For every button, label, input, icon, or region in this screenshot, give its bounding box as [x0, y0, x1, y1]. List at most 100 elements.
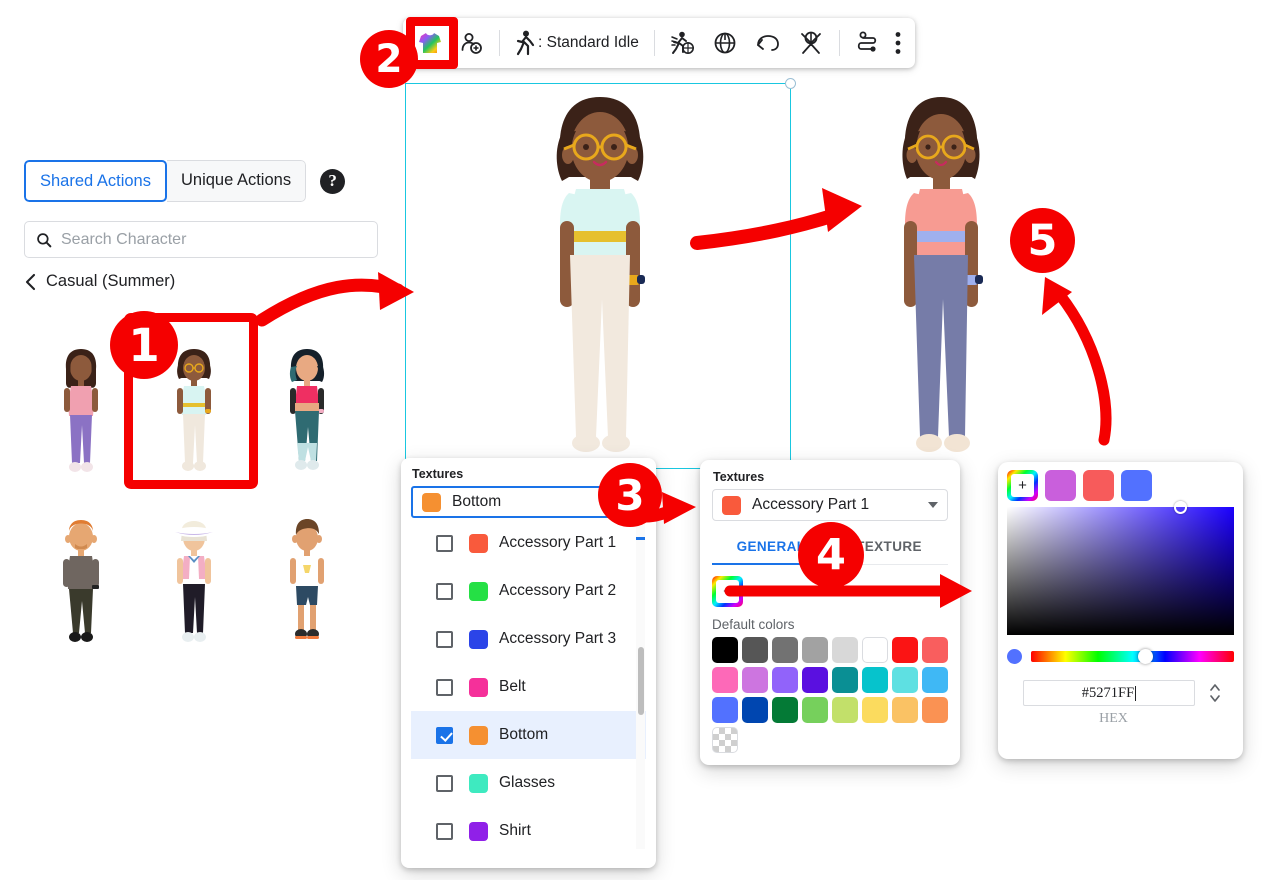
option-color-swatch — [469, 534, 488, 553]
recent-color-3[interactable] — [1121, 470, 1152, 501]
color-picker-panel: + #5271FF HEX — [998, 462, 1243, 759]
hue-slider[interactable] — [1031, 651, 1234, 662]
custom-color-picker-swatch[interactable]: + — [1007, 470, 1038, 501]
palette-swatch[interactable] — [862, 637, 888, 663]
option-label: Accessory Part 2 — [499, 582, 616, 600]
saturation-value-area[interactable] — [1007, 507, 1234, 635]
option-label: Shirt — [499, 822, 531, 840]
palette-swatch[interactable] — [922, 697, 948, 723]
palette-swatch[interactable] — [712, 667, 738, 693]
palette-swatch[interactable] — [712, 697, 738, 723]
orbit-button[interactable] — [704, 23, 746, 63]
character-thumbnail-4[interactable] — [24, 495, 137, 665]
search-input[interactable]: Search Character — [24, 221, 378, 258]
palette-swatch[interactable] — [742, 637, 768, 663]
palette-swatch[interactable] — [892, 697, 918, 723]
palette-swatch[interactable] — [922, 667, 948, 693]
rig-button[interactable] — [790, 23, 832, 63]
palette-swatch[interactable] — [742, 697, 768, 723]
palette-swatch[interactable] — [802, 637, 828, 663]
help-icon[interactable]: ? — [320, 169, 345, 194]
current-color-indicator — [1007, 649, 1022, 664]
scrollbar-tick — [636, 537, 645, 540]
animation-label: : Standard Idle — [538, 34, 639, 52]
rotate-button[interactable] — [746, 23, 790, 63]
animation-button[interactable]: : Standard Idle — [507, 23, 647, 63]
palette-swatch[interactable] — [832, 697, 858, 723]
breadcrumb[interactable]: Casual (Summer) — [24, 272, 175, 291]
option-checkbox[interactable] — [436, 583, 453, 600]
texture-option[interactable]: Accessory Part 3 — [411, 615, 646, 663]
palette-swatch[interactable] — [772, 667, 798, 693]
palette-swatch[interactable] — [862, 667, 888, 693]
annotation-arrowhead-3 — [662, 492, 696, 524]
dropdown-scrollbar[interactable] — [636, 519, 645, 849]
palette-swatch[interactable] — [832, 637, 858, 663]
palette-swatch[interactable] — [802, 697, 828, 723]
sv-selector-handle[interactable] — [1174, 501, 1187, 514]
path-button[interactable] — [847, 23, 887, 63]
option-checkbox[interactable] — [436, 535, 453, 552]
texture-part-select[interactable]: Accessory Part 1 — [712, 489, 948, 521]
texture-option[interactable]: Belt — [411, 663, 646, 711]
option-color-swatch — [469, 678, 488, 697]
hex-input[interactable]: #5271FF — [1023, 680, 1195, 706]
option-color-swatch — [469, 630, 488, 649]
option-color-swatch — [469, 582, 488, 601]
selected-texture-label: Bottom — [452, 493, 501, 511]
default-colors-label: Default colors — [712, 617, 948, 632]
selected-texture-swatch — [422, 493, 441, 512]
palette-swatch[interactable] — [862, 697, 888, 723]
motion-button[interactable] — [662, 23, 704, 63]
option-checkbox[interactable] — [436, 679, 453, 696]
text-cursor — [1135, 686, 1136, 701]
chevron-left-icon — [24, 273, 37, 291]
texture-option[interactable]: Glasses — [411, 759, 646, 807]
tab-shared-actions[interactable]: Shared Actions — [24, 160, 167, 202]
palette-swatch[interactable] — [922, 637, 948, 663]
hue-slider-row — [1007, 649, 1234, 664]
character-thumbnail-6[interactable] — [251, 495, 364, 665]
character-before[interactable] — [520, 85, 680, 480]
plus-icon: + — [1011, 474, 1034, 497]
palette-swatch[interactable] — [712, 637, 738, 663]
option-checkbox-checked[interactable] — [436, 727, 453, 744]
scrollbar-thumb[interactable] — [638, 647, 644, 715]
option-color-swatch — [469, 822, 488, 841]
character-thumbnail-5[interactable] — [137, 495, 250, 665]
texture-option[interactable]: Shirt — [411, 807, 646, 855]
palette-swatch[interactable] — [772, 637, 798, 663]
option-checkbox[interactable] — [436, 823, 453, 840]
option-checkbox[interactable] — [436, 631, 453, 648]
texture-option[interactable]: Accessory Part 1 — [411, 519, 646, 567]
hue-slider-knob[interactable] — [1138, 649, 1153, 664]
recent-color-2[interactable] — [1083, 470, 1114, 501]
texture-option-list: Accessory Part 1 Accessory Part 2 Access… — [411, 519, 646, 855]
option-label: Accessory Part 1 — [499, 534, 616, 552]
custom-color-swatch[interactable]: + — [712, 576, 743, 607]
texture-option-selected[interactable]: Bottom — [411, 711, 646, 759]
palette-swatch[interactable] — [832, 667, 858, 693]
character-after[interactable] — [876, 85, 1006, 480]
tab-unique-actions[interactable]: Unique Actions — [167, 160, 306, 202]
annotation-arrowhead-5 — [1042, 277, 1072, 315]
palette-swatch[interactable] — [742, 667, 768, 693]
stepper-up-down-icon[interactable] — [1208, 683, 1222, 703]
palette-swatch[interactable] — [802, 667, 828, 693]
selected-part-swatch — [722, 496, 741, 515]
hex-label: HEX — [993, 711, 1234, 727]
selection-resize-handle[interactable] — [785, 78, 796, 89]
character-thumbnail-3[interactable] — [251, 325, 364, 495]
toolbar-divider-3 — [839, 30, 840, 56]
palette-swatch[interactable] — [892, 667, 918, 693]
segmented-control: Shared Actions Unique Actions — [24, 160, 306, 202]
more-options-button[interactable] — [887, 23, 909, 63]
annotation-badge-3: 3 — [598, 463, 662, 527]
palette-swatch[interactable] — [892, 637, 918, 663]
texture-option[interactable]: Accessory Part 2 — [411, 567, 646, 615]
option-checkbox[interactable] — [436, 775, 453, 792]
recent-color-1[interactable] — [1045, 470, 1076, 501]
transparent-swatch[interactable] — [712, 727, 738, 753]
hex-value: #5271FF — [1082, 685, 1134, 702]
palette-swatch[interactable] — [772, 697, 798, 723]
